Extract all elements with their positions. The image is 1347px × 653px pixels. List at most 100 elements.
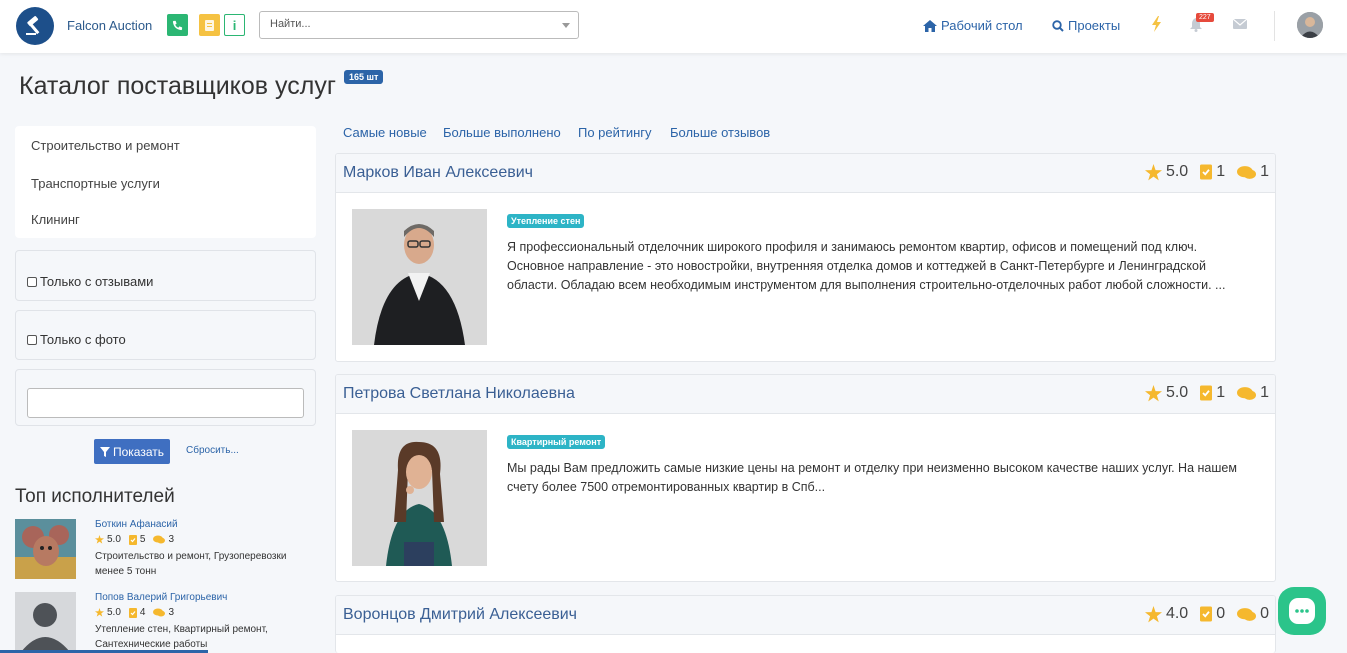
clipboard-check-icon [1200, 385, 1213, 401]
performer-stats: 5.0 5 3 [95, 534, 174, 545]
provider-card-header: Воронцов Дмитрий Алексеевич 4.0 0 0 [336, 596, 1275, 635]
sort-rating[interactable]: По рейтингу [578, 125, 652, 140]
chevron-down-icon [562, 23, 570, 28]
performer-name[interactable]: Боткин Афанасий [95, 519, 178, 530]
filter-reviews-label: Только с отзывами [40, 274, 154, 289]
clipboard-check-icon [128, 607, 137, 618]
sort-most-reviews[interactable]: Больше отзывов [670, 125, 770, 140]
comments-icon [153, 535, 166, 544]
star-icon [95, 535, 104, 544]
specialization-tag[interactable]: Утепление стен [507, 214, 585, 228]
checkbox-icon[interactable] [27, 334, 37, 345]
performer-name[interactable]: Попов Валерий Григорьевич [95, 592, 227, 603]
info-icon[interactable]: i [224, 14, 245, 36]
comments-icon [1237, 607, 1257, 621]
notification-badge: 227 [1196, 13, 1214, 22]
mail-icon[interactable] [1233, 19, 1247, 29]
performer-rating: 5.0 [107, 607, 121, 618]
clipboard-check-icon [1200, 606, 1213, 622]
provider-rating: 4.0 [1165, 605, 1189, 622]
search-placeholder: Найти... [270, 18, 311, 30]
top-performer-item[interactable]: Боткин Афанасий 5.0 5 3 Строительство и … [15, 519, 315, 581]
logo-gavel-icon[interactable] [16, 7, 54, 45]
provider-rating: 5.0 [1165, 163, 1189, 180]
performer-reviews: 3 [168, 607, 175, 618]
provider-stats: 5.0 1 1 [1133, 384, 1269, 402]
sort-newest[interactable]: Самые новые [343, 125, 427, 140]
provider-rating: 5.0 [1165, 384, 1189, 401]
provider-name[interactable]: Воронцов Дмитрий Алексеевич [343, 606, 577, 624]
provider-reviews: 1 [1260, 384, 1269, 401]
top-navbar: Falcon Auction i Найти... Рабочий стол П… [0, 0, 1347, 53]
nav-projects-label: Проекты [1068, 18, 1121, 33]
brand-name[interactable]: Falcon Auction [67, 18, 152, 33]
filter-text-input[interactable] [27, 388, 304, 418]
clipboard-check-icon [1200, 164, 1213, 180]
provider-description: Я профессиональный отделочник широкого п… [507, 240, 1226, 292]
count-badge: 165 шт [344, 70, 384, 84]
home-icon [923, 19, 937, 32]
performer-specialization: Утепление стен, Квартирный ремонт, Санте… [95, 624, 268, 650]
show-button[interactable]: Показать [94, 439, 170, 464]
filter-photo-checkbox[interactable]: Только с фото [27, 332, 126, 347]
provider-card-header: Марков Иван Алексеевич 5.0 1 1 [336, 154, 1275, 193]
provider-stats: 5.0 1 1 [1133, 163, 1269, 181]
star-icon [95, 608, 104, 617]
user-avatar[interactable] [1297, 12, 1323, 38]
sort-most-done[interactable]: Больше выполнено [443, 125, 561, 140]
category-list: Строительство и ремонт Транспортные услу… [15, 126, 316, 238]
filter-reviews-box: Только с отзывами [15, 250, 316, 301]
note-icon[interactable] [199, 14, 220, 36]
provider-done: 1 [1216, 384, 1226, 401]
category-item-cleaning[interactable]: Клининг [31, 212, 80, 227]
performer-rating: 5.0 [107, 534, 121, 545]
category-item-construction[interactable]: Строительство и ремонт [31, 138, 180, 153]
provider-reviews: 1 [1260, 163, 1269, 180]
checkbox-icon[interactable] [27, 276, 37, 287]
filter-text-box [15, 369, 316, 426]
provider-stats: 4.0 0 0 [1133, 605, 1269, 623]
performer-done: 4 [139, 607, 146, 618]
lightning-icon[interactable] [1151, 16, 1162, 32]
performer-stats: 5.0 4 3 [95, 607, 174, 618]
provider-description: Мы рады Вам предложить самые низкие цены… [507, 461, 1237, 494]
provider-card: Петрова Светлана Николаевна 5.0 1 1 Квар… [335, 374, 1276, 582]
star-icon [1144, 163, 1162, 180]
nav-desktop-label: Рабочий стол [941, 18, 1023, 33]
comments-icon [1237, 165, 1257, 179]
performer-thumb-cartoon[interactable] [15, 519, 76, 579]
provider-done: 1 [1216, 163, 1226, 180]
performer-done: 5 [139, 534, 146, 545]
chat-widget-button[interactable] [1278, 587, 1326, 635]
performer-specialization: Строительство и ремонт, Грузоперевозки м… [95, 551, 287, 577]
performer-thumb-placeholder[interactable] [15, 592, 76, 652]
provider-name[interactable]: Петрова Светлана Николаевна [343, 385, 575, 403]
specialization-tag[interactable]: Квартирный ремонт [507, 435, 606, 449]
filter-reviews-checkbox[interactable]: Только с отзывами [27, 274, 153, 289]
header-divider [1274, 11, 1275, 41]
phone-icon[interactable] [167, 14, 188, 36]
show-button-label: Показать [112, 444, 164, 459]
filter-photo-label: Только с фото [40, 332, 126, 347]
comments-icon [153, 608, 166, 617]
top-performer-item[interactable]: Попов Валерий Григорьевич 5.0 4 3 Утепле… [15, 592, 315, 653]
nav-desktop-link[interactable]: Рабочий стол [923, 18, 1023, 33]
reset-link[interactable]: Сбросить... [186, 445, 239, 456]
filter-photo-box: Только с фото [15, 310, 316, 360]
filter-icon [99, 446, 110, 457]
nav-projects-link[interactable]: Проекты [1052, 18, 1120, 33]
chat-bubble-icon [1289, 598, 1315, 624]
provider-photo[interactable] [352, 430, 487, 566]
search-select[interactable]: Найти... [259, 11, 579, 39]
clipboard-check-icon [128, 534, 137, 545]
comments-icon [1237, 386, 1257, 400]
provider-card: Марков Иван Алексеевич 5.0 1 1 Утепление… [335, 153, 1276, 362]
category-item-transport[interactable]: Транспортные услуги [31, 176, 160, 191]
top-performers-title: Топ исполнителей [15, 486, 175, 507]
provider-done: 0 [1216, 605, 1226, 622]
performer-reviews: 3 [168, 534, 175, 545]
star-icon [1144, 605, 1162, 622]
provider-photo[interactable] [352, 209, 487, 345]
star-icon [1144, 384, 1162, 401]
provider-name[interactable]: Марков Иван Алексеевич [343, 164, 533, 182]
